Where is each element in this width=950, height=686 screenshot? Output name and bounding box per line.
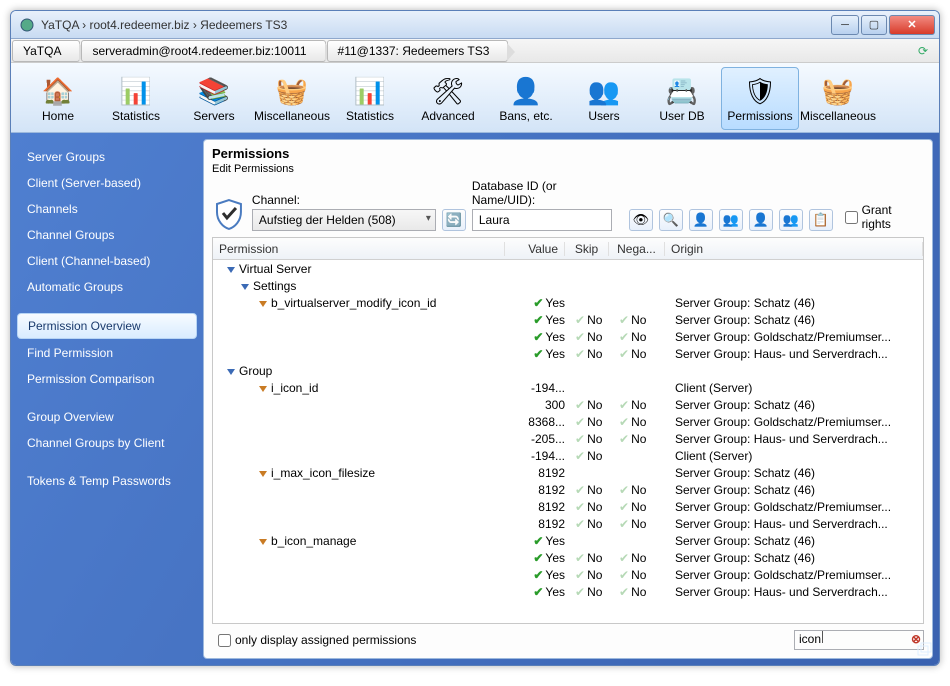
panel-subtitle: Edit Permissions [212,163,924,175]
table-row[interactable]: 8192✔No✔NoServer Group: Schatz (46) [213,481,923,498]
toolbar-permissions[interactable]: 🛡Permissions [721,67,799,130]
table-row[interactable]: 8192✔No✔NoServer Group: Goldschatz/Premi… [213,498,923,515]
close-button[interactable]: ✕ [889,15,935,35]
databaseid-input[interactable] [472,209,612,231]
only-assigned-checkbox[interactable]: only display assigned permissions [218,633,416,647]
sidebar-item-find-permission[interactable]: Find Permission [17,341,197,365]
table-row[interactable]: i_icon_id-194...Client (Server) [213,379,923,396]
col-negate[interactable]: Nega... [609,242,665,256]
find-button[interactable]: 🔍 [659,209,683,231]
table-row[interactable]: ✔Yes✔No✔NoServer Group: Goldschatz/Premi… [213,566,923,583]
toolbar-icon: 🧺 [821,75,855,109]
users-alt-button[interactable]: 👥 [779,209,803,231]
sidebar-item-server-groups[interactable]: Server Groups [17,145,197,169]
toolbar-servers[interactable]: 📚Servers [175,67,253,130]
table-row[interactable]: 8368...✔No✔NoServer Group: Goldschatz/Pr… [213,413,923,430]
table-row[interactable]: -205...✔No✔NoServer Group: Haus- und Ser… [213,430,923,447]
toolbar-miscellaneous[interactable]: 🧺Miscellaneous [253,67,331,130]
sidebar-item-tokens-temp-passwords[interactable]: Tokens & Temp Passwords [17,469,197,493]
toolbar-icon: 🏠 [41,75,75,109]
databaseid-label: Database ID (or Name/UID): [472,179,623,207]
refresh-icon[interactable]: ⟳ [911,40,935,62]
toolbar-statistics[interactable]: 📊Statistics [331,67,409,130]
table-row[interactable]: 8192✔No✔NoServer Group: Haus- und Server… [213,515,923,532]
toolbar-icon: 🧺 [275,75,309,109]
toolbar-users[interactable]: 👥Users [565,67,643,130]
col-permission[interactable]: Permission [213,242,505,256]
grant-rights-checkbox[interactable]: Grant rights [845,203,925,231]
sidebar-item-permission-overview[interactable]: Permission Overview [17,313,197,339]
maximize-button[interactable]: ▢ [861,15,887,35]
breadcrumb: YaTQA serveradmin@root4.redeemer.biz:100… [11,39,939,63]
app-icon [19,17,35,33]
sidebar-item-channels[interactable]: Channels [17,197,197,221]
sidebar-item-permission-comparison[interactable]: Permission Comparison [17,367,197,391]
toolbar-icon: 👤 [509,75,543,109]
table-row[interactable]: ✔Yes✔No✔NoServer Group: Haus- und Server… [213,345,923,362]
breadcrumb-seg-server[interactable]: #11@1337: Яedeemers TS3 [327,40,509,62]
table-row[interactable]: Virtual Server [213,260,923,277]
channel-combo[interactable]: Aufstieg der Helden (508) [252,209,436,231]
users-button[interactable]: 👥 [719,209,743,231]
toolbar-home[interactable]: 🏠Home [19,67,97,130]
table-row[interactable]: Settings [213,277,923,294]
table-row[interactable]: 300✔No✔NoServer Group: Schatz (46) [213,396,923,413]
table-row[interactable]: ✔Yes✔No✔NoServer Group: Schatz (46) [213,549,923,566]
table-row[interactable]: -194...✔NoClient (Server) [213,447,923,464]
sidebar-item-client-server-based-[interactable]: Client (Server-based) [17,171,197,195]
sidebar-item-channel-groups-by-client[interactable]: Channel Groups by Client [17,431,197,455]
toolbar-icon: 🛡 [743,75,777,109]
table-row[interactable]: ✔Yes✔No✔NoServer Group: Goldschatz/Premi… [213,328,923,345]
paste-button[interactable]: 📋 [809,209,833,231]
table-row[interactable]: b_virtualserver_modify_icon_id✔YesServer… [213,294,923,311]
user-add-button[interactable]: 👤 [749,209,773,231]
table-row[interactable]: ✔Yes✔No✔NoServer Group: Haus- und Server… [213,583,923,600]
table-row[interactable]: i_max_icon_filesize8192Server Group: Sch… [213,464,923,481]
view-button[interactable]: 👁 [629,209,653,231]
sidebar-item-channel-groups[interactable]: Channel Groups [17,223,197,247]
restore-corner-icon[interactable] [916,642,932,658]
toolbar-icon: 📊 [119,75,153,109]
sidebar-item-client-channel-based-[interactable]: Client (Channel-based) [17,249,197,273]
filter-input[interactable]: icon ⊗ [794,630,924,650]
user-button[interactable]: 👤 [689,209,713,231]
table-row[interactable]: ✔Yes✔No✔NoServer Group: Schatz (46) [213,311,923,328]
table-row[interactable]: b_icon_manage✔YesServer Group: Schatz (4… [213,532,923,549]
breadcrumb-seg-app[interactable]: YaTQA [12,40,80,62]
table-row[interactable]: Group [213,362,923,379]
toolbar-icon: 🛠 [431,75,465,109]
toolbar-user-db[interactable]: 📇User DB [643,67,721,130]
col-skip[interactable]: Skip [565,242,609,256]
shield-check-icon [212,197,246,231]
breadcrumb-seg-host[interactable]: serveradmin@root4.redeemer.biz:10011 [81,40,325,62]
toolbar-icon: 📚 [197,75,231,109]
window-title: YaTQA › root4.redeemer.biz › Яedeemers T… [41,18,829,32]
toolbar-icon: 📊 [353,75,387,109]
toolbar-icon: 📇 [665,75,699,109]
col-value[interactable]: Value [505,242,565,256]
sidebar-item-group-overview[interactable]: Group Overview [17,405,197,429]
toolbar-bans-etc-[interactable]: 👤Bans, etc. [487,67,565,130]
toolbar-advanced[interactable]: 🛠Advanced [409,67,487,130]
refresh-channel-button[interactable]: 🔄 [442,209,466,231]
minimize-button[interactable]: ─ [831,15,859,35]
toolbar-miscellaneous[interactable]: 🧺Miscellaneous [799,67,877,130]
sidebar-item-automatic-groups[interactable]: Automatic Groups [17,275,197,299]
toolbar-statistics[interactable]: 📊Statistics [97,67,175,130]
toolbar-icon: 👥 [587,75,621,109]
panel-title: Permissions [212,146,924,161]
col-origin[interactable]: Origin [665,242,923,256]
channel-label: Channel: [252,193,436,207]
